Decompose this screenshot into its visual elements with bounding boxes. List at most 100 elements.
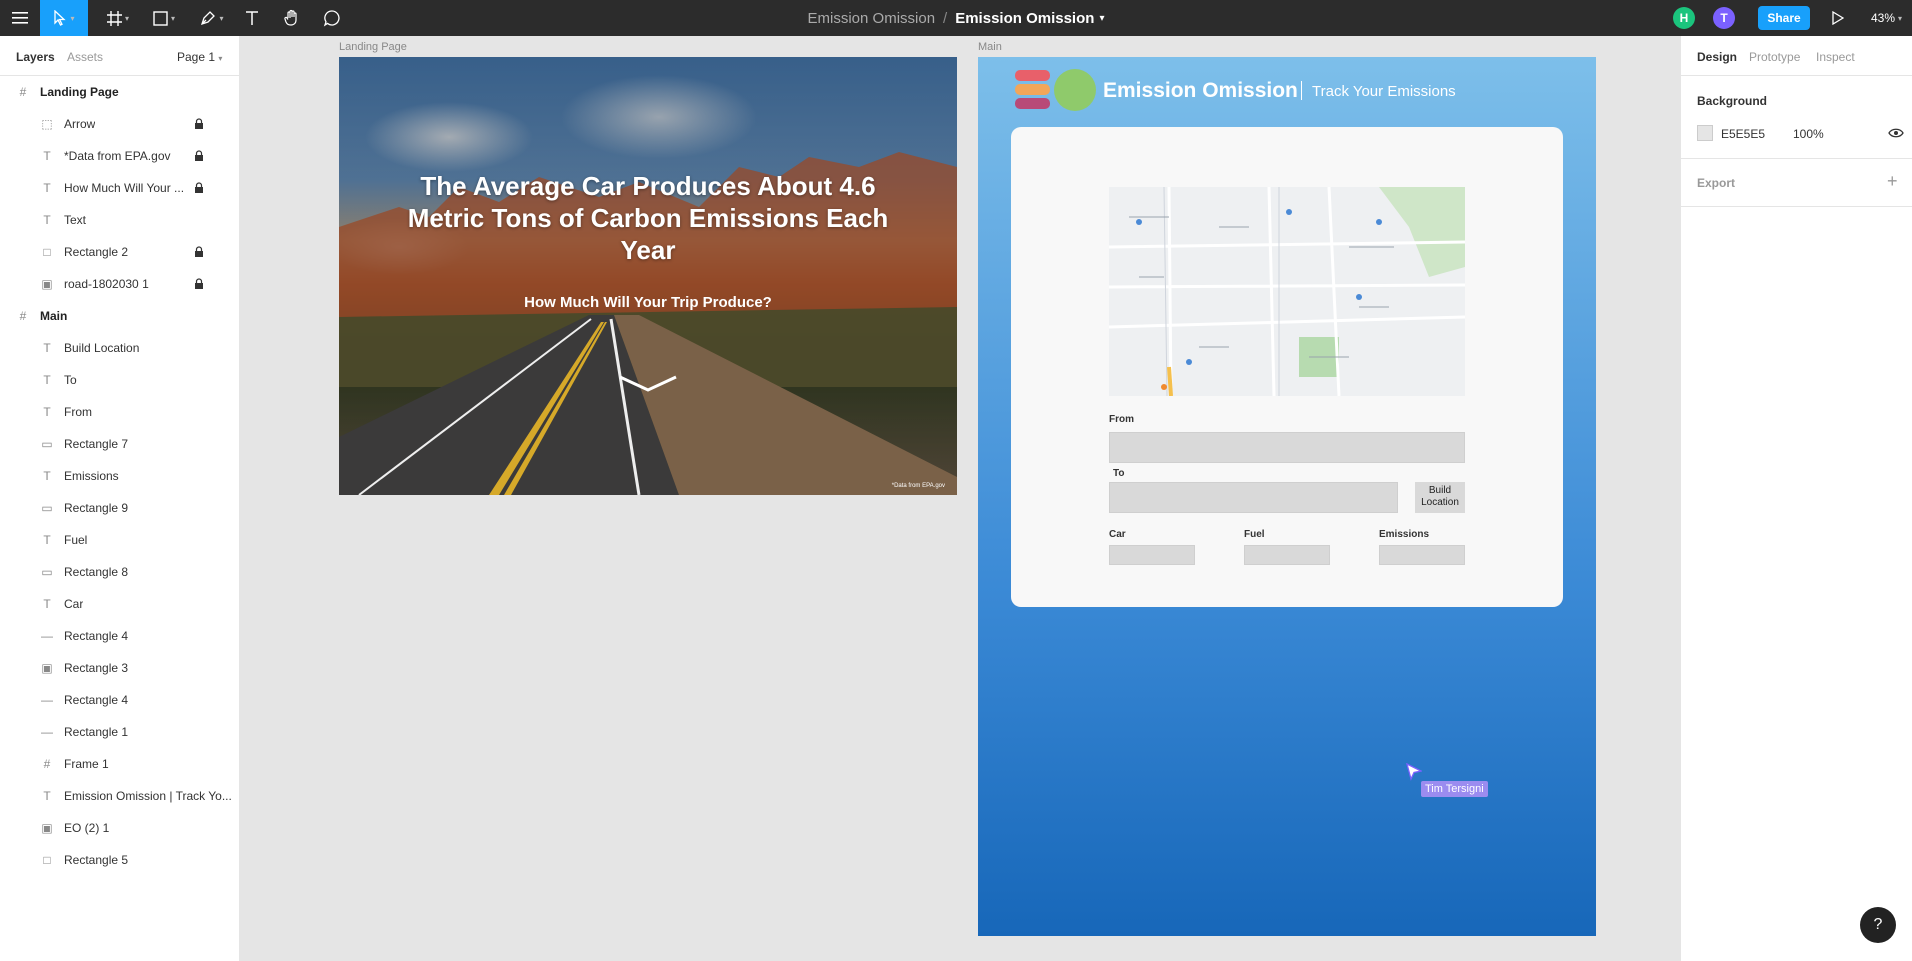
brand-tagline: Track Your Emissions (1312, 83, 1456, 100)
layer-row[interactable]: ▭ Rectangle 7 (0, 428, 240, 460)
background-opacity-input[interactable]: 100% (1793, 127, 1824, 141)
layer-row[interactable]: ⬚ Arrow (0, 108, 240, 140)
layer-row[interactable]: — Rectangle 1 (0, 716, 240, 748)
layer-row[interactable]: ▣ EO (2) 1 (0, 812, 240, 844)
project-name[interactable]: Emission Omission (808, 10, 936, 27)
build-location-button[interactable]: Build Location (1415, 482, 1465, 513)
hand-tool-button[interactable] (278, 0, 306, 36)
layer-name: Rectangle 8 (64, 565, 129, 579)
image-icon: ▣ (41, 661, 53, 675)
layer-row[interactable]: ▣ Rectangle 3 (0, 652, 240, 684)
layer-row[interactable]: ▭ Rectangle 8 (0, 556, 240, 588)
eye-icon[interactable] (1888, 127, 1904, 139)
rectangle-icon (153, 10, 168, 26)
emissions-field[interactable] (1379, 545, 1465, 565)
layer-name: Rectangle 4 (64, 629, 129, 643)
to-input[interactable] (1109, 482, 1398, 513)
layer-row[interactable]: T Text (0, 204, 240, 236)
collaborator-name-tag: Tim Tersigni (1421, 781, 1488, 797)
layer-row[interactable]: # Main (0, 300, 240, 332)
image-icon: ▣ (41, 277, 53, 291)
chevron-down-icon[interactable]: ▾ (1099, 13, 1104, 24)
chevron-down-icon[interactable] (618, 375, 678, 393)
tab-prototype[interactable]: Prototype (1749, 50, 1800, 64)
background-color-swatch[interactable] (1697, 125, 1713, 141)
to-label: To (1113, 468, 1125, 479)
layer-name: EO (2) 1 (64, 821, 110, 835)
tab-design[interactable]: Design (1697, 50, 1737, 64)
layer-name: Rectangle 5 (64, 853, 129, 867)
layer-name: Rectangle 3 (64, 661, 129, 675)
layer-name: Fuel (64, 533, 88, 547)
car-field[interactable] (1109, 545, 1195, 565)
layer-row[interactable]: T Emissions (0, 460, 240, 492)
layer-row[interactable]: # Landing Page (0, 76, 240, 108)
brand-name: Emission Omission (1103, 79, 1298, 102)
layer-row[interactable]: □ Rectangle 5 (0, 844, 240, 876)
tab-inspect[interactable]: Inspect (1816, 50, 1855, 64)
layer-row[interactable]: ▭ Rectangle 9 (0, 492, 240, 524)
layer-row[interactable]: T Fuel (0, 524, 240, 556)
help-button[interactable]: ? (1860, 907, 1896, 943)
layer-row[interactable]: T Car (0, 588, 240, 620)
layer-row[interactable]: T To (0, 364, 240, 396)
fuel-field[interactable] (1244, 545, 1330, 565)
lock-icon[interactable] (194, 118, 204, 130)
logo-bar (1015, 84, 1050, 95)
comment-tool-button[interactable] (318, 0, 346, 36)
avatar[interactable]: T (1713, 7, 1735, 29)
zoom-level[interactable]: 43% ▾ (1871, 0, 1902, 36)
text-t-icon: T (43, 341, 51, 355)
lock-icon[interactable] (194, 246, 204, 258)
shape-tool-button[interactable]: ▾ (144, 0, 184, 36)
text-t-icon: T (43, 181, 51, 195)
layer-row[interactable]: ▣ road-1802030 1 (0, 268, 240, 300)
comment-bubble-icon (323, 10, 340, 27)
layer-name: Emission Omission | Track Yo... (64, 789, 232, 803)
layer-row[interactable]: — Rectangle 4 (0, 620, 240, 652)
rectangle-icon: □ (43, 245, 51, 259)
logo-circle (1054, 69, 1096, 111)
layer-name: Text (64, 213, 87, 227)
file-name[interactable]: Emission Omission (955, 10, 1094, 27)
lock-icon[interactable] (194, 182, 204, 194)
tab-assets[interactable]: Assets (67, 50, 103, 64)
layer-row[interactable]: T How Much Will Your ... (0, 172, 240, 204)
layer-name: Main (40, 309, 68, 323)
layer-row[interactable]: □ Rectangle 2 (0, 236, 240, 268)
main-menu-button[interactable] (6, 0, 34, 36)
background-hex-input[interactable]: E5E5E5 (1721, 127, 1765, 141)
chevron-down-icon: ▾ (70, 13, 75, 23)
text-tool-button[interactable] (240, 0, 264, 36)
layer-row[interactable]: # Frame 1 (0, 748, 240, 780)
move-tool-button[interactable]: ▾ (40, 0, 88, 36)
chevron-down-icon: ▾ (1898, 13, 1903, 23)
add-export-plus-icon[interactable]: + (1887, 171, 1898, 192)
from-input[interactable] (1109, 432, 1465, 463)
lock-icon[interactable] (194, 278, 204, 290)
frame-label-landing[interactable]: Landing Page (339, 41, 407, 53)
tab-layers[interactable]: Layers (16, 50, 55, 64)
map-image[interactable] (1109, 187, 1465, 396)
layer-name: *Data from EPA.gov (64, 149, 171, 163)
chevron-down-icon: ▾ (218, 54, 223, 63)
pen-tool-button[interactable]: ▾ (192, 0, 232, 36)
layer-row[interactable]: — Rectangle 4 (0, 684, 240, 716)
lock-icon[interactable] (194, 150, 204, 162)
chevron-down-icon: ▾ (170, 13, 175, 23)
frame-tool-button[interactable]: ▾ (98, 0, 138, 36)
frame-hash-icon: # (19, 85, 27, 99)
chevron-down-icon: ▾ (124, 13, 129, 23)
page-selector[interactable]: Page 1 ▾ (177, 50, 222, 64)
layer-row[interactable]: T *Data from EPA.gov (0, 140, 240, 172)
main-frame[interactable]: Emission Omission Track Your Emissions F… (978, 57, 1596, 936)
avatar[interactable]: H (1673, 7, 1695, 29)
share-button[interactable]: Share (1758, 6, 1810, 30)
landing-page-frame[interactable]: The Average Car Produces About 4.6 Metri… (339, 57, 957, 495)
layer-row[interactable]: T Emission Omission | Track Yo... (0, 780, 240, 812)
layer-name: Rectangle 2 (64, 245, 129, 259)
present-button[interactable] (1826, 0, 1850, 36)
layer-row[interactable]: T From (0, 396, 240, 428)
frame-label-main[interactable]: Main (978, 41, 1002, 53)
layer-row[interactable]: T Build Location (0, 332, 240, 364)
